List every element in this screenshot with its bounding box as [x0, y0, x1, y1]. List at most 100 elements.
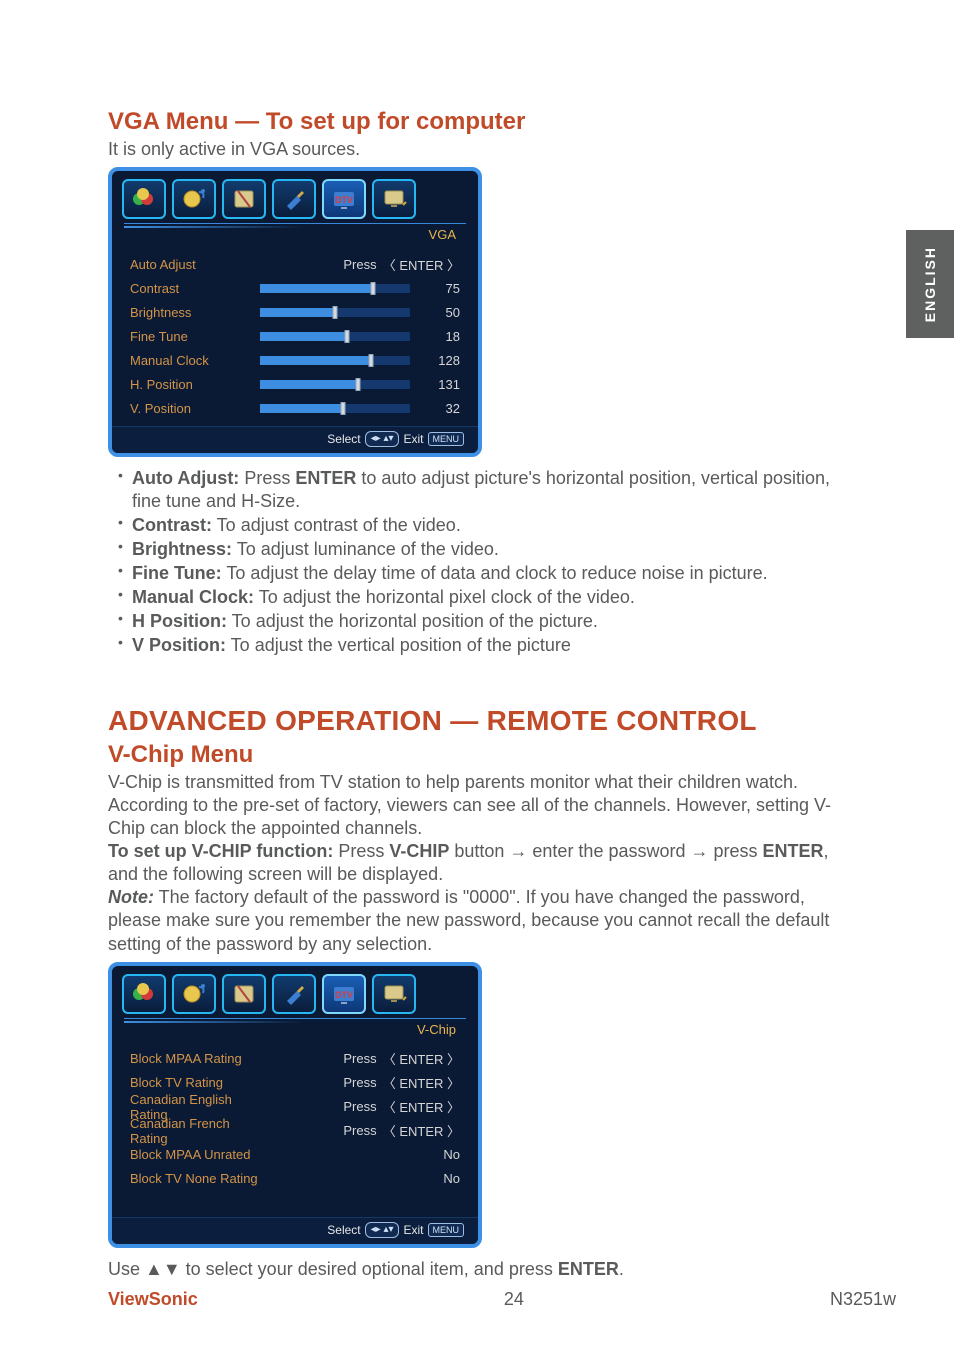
osd-tab-strip: DTV — [112, 171, 478, 223]
bullet-text: To adjust the horizontal pixel clock of … — [254, 587, 635, 607]
osd-row: H. Position 131 — [130, 372, 460, 396]
vga-bullet-list: Auto Adjust: Press ENTER to auto adjust … — [108, 467, 848, 657]
osd-row-value: 〈 ENTER 〉 — [377, 255, 460, 274]
osd-row: Canadian French RatingPress 〈 ENTER 〉 — [130, 1119, 460, 1143]
vchip-after-end: . — [619, 1259, 624, 1279]
advanced-op-title: ADVANCED OPERATION — REMOTE CONTROL — [108, 705, 848, 737]
osd-vchip-panel: DTV V-Chip Block MPAA RatingPress 〈 ENTE… — [108, 962, 482, 1248]
osd-slider — [260, 332, 410, 341]
osd-footer-exit: Exit — [403, 432, 423, 446]
osd-row-value: 50 — [424, 305, 460, 320]
svg-text:DTV: DTV — [335, 195, 353, 205]
osd-tab-audio-icon — [172, 179, 216, 219]
osd-row: Fine Tune18 — [130, 324, 460, 348]
bullet-lead: Manual Clock: — [132, 587, 254, 607]
osd-press-label: Press — [343, 1123, 376, 1138]
osd-row-value: 〈 ENTER 〉 — [377, 1073, 460, 1092]
vchip-menu-title: V-Chip Menu — [108, 741, 848, 769]
osd-tab-picture-icon — [122, 179, 166, 219]
osd-vga-footer: Select ◂▸ ▴▾ Exit MENU — [112, 426, 478, 453]
osd-row: V. Position32 — [130, 396, 460, 420]
osd-press-label: Press — [343, 1075, 376, 1090]
vchip-note-lead: Note: — [108, 887, 154, 907]
vga-menu-title: VGA Menu — To set up for computer — [108, 108, 848, 136]
vchip-setup-strong2: ENTER — [763, 841, 824, 861]
vchip-after-1: Use ▲▼ to select your desired optional i… — [108, 1259, 558, 1279]
osd-vchip-rows: Block MPAA RatingPress 〈 ENTER 〉Block TV… — [112, 1047, 478, 1217]
bullet-lead: Brightness: — [132, 539, 232, 559]
footer-viewsonic: ViewSonic — [108, 1289, 198, 1310]
vchip-setup-line: To set up V-CHIP function: Press V-CHIP … — [108, 840, 848, 886]
svg-text:DTV: DTV — [335, 990, 353, 1000]
osd-tab-dtv-icon: DTV — [322, 179, 366, 219]
list-item: Manual Clock: To adjust the horizontal p… — [118, 586, 848, 609]
vchip-note: Note: The factory default of the passwor… — [108, 886, 848, 955]
osd-row-value: 〈 ENTER 〉 — [377, 1097, 460, 1116]
menu-pill: MENU — [428, 432, 465, 446]
osd-press-label: Press — [343, 1099, 376, 1114]
osd-slider — [260, 308, 410, 317]
osd-row: Manual Clock128 — [130, 348, 460, 372]
osd-row-value: No — [360, 1171, 460, 1186]
osd-press-label: Press — [343, 257, 376, 272]
osd-row-value: 〈 ENTER 〉 — [377, 1049, 460, 1068]
osd-row-label: Block MPAA Unrated — [130, 1147, 260, 1162]
osd-row: Block TV None Rating No — [130, 1167, 460, 1191]
bullet-text: To adjust the vertical position of the p… — [226, 635, 571, 655]
osd-tab-audio-icon — [172, 974, 216, 1014]
osd-row: Contrast 75 — [130, 276, 460, 300]
list-item: Auto Adjust: Press ENTER to auto adjust … — [118, 467, 848, 513]
osd-slider — [260, 356, 410, 365]
osd-tab-underline — [124, 1018, 466, 1026]
vchip-setup-mid2: button → enter the password → press — [449, 841, 762, 861]
osd-row-label: Block TV None Rating — [130, 1171, 260, 1186]
osd-row-value: 18 — [424, 329, 460, 344]
osd-row-value: 131 — [424, 377, 460, 392]
bullet-lead: H Position: — [132, 611, 227, 631]
vchip-setup-lead: To set up V-CHIP function: — [108, 841, 333, 861]
bullet-text: To adjust contrast of the video. — [212, 515, 461, 535]
osd-slider — [260, 380, 410, 389]
osd-footer-select: Select — [327, 432, 360, 446]
osd-tab-pc-icon — [372, 974, 416, 1014]
language-tab-label: ENGLISH — [922, 246, 938, 322]
osd-row-label: Brightness — [130, 305, 260, 320]
bullet-text: To adjust luminance of the video. — [232, 539, 499, 559]
osd-row-label: H. Position — [130, 377, 260, 392]
bullet-text: To adjust the delay time of data and clo… — [222, 563, 768, 583]
list-item: Fine Tune: To adjust the delay time of d… — [118, 562, 848, 585]
bullet-text: Press — [239, 468, 295, 488]
osd-slider — [260, 404, 410, 413]
bullet-lead: V Position: — [132, 635, 226, 655]
vchip-paragraph: V-Chip is transmitted from TV station to… — [108, 771, 848, 840]
list-item: Brightness: To adjust luminance of the v… — [118, 538, 848, 561]
bullet-lead: Contrast: — [132, 515, 212, 535]
osd-row-value: 〈 ENTER 〉 — [377, 1121, 460, 1140]
vga-subtitle: It is only active in VGA sources. — [108, 138, 848, 161]
osd-tab-strip: DTV — [112, 966, 478, 1018]
osd-row: Brightness 50 — [130, 300, 460, 324]
osd-row-value: 75 — [424, 281, 460, 296]
osd-row-value: 128 — [424, 353, 460, 368]
osd-vga-panel: DTV VGA Auto AdjustPress 〈 ENTER 〉Contra… — [108, 167, 482, 457]
nav-arrows-icon: ◂▸ ▴▾ — [365, 431, 400, 447]
osd-tab-timer-icon — [222, 179, 266, 219]
language-tab: ENGLISH — [906, 230, 954, 338]
footer-page-number: 24 — [504, 1289, 524, 1310]
osd-tab-pc-icon — [372, 179, 416, 219]
osd-tab-setup-icon — [272, 179, 316, 219]
bullet-text: To adjust the horizontal position of the… — [227, 611, 598, 631]
bullet-strong: ENTER — [295, 468, 356, 488]
osd-tab-underline — [124, 223, 466, 231]
osd-tab-dtv-icon: DTV — [322, 974, 366, 1014]
osd-tab-picture-icon — [122, 974, 166, 1014]
list-item: V Position: To adjust the vertical posit… — [118, 634, 848, 657]
nav-arrows-icon: ◂▸ ▴▾ — [365, 1222, 400, 1238]
osd-slider — [260, 284, 410, 293]
vchip-after-strong: ENTER — [558, 1259, 619, 1279]
vchip-after-osd: Use ▲▼ to select your desired optional i… — [108, 1258, 848, 1281]
osd-row-label: Contrast — [130, 281, 260, 296]
vchip-note-rest: The factory default of the password is "… — [108, 887, 829, 953]
page-content: VGA Menu — To set up for computer It is … — [108, 108, 848, 1281]
osd-footer-select: Select — [327, 1223, 360, 1237]
